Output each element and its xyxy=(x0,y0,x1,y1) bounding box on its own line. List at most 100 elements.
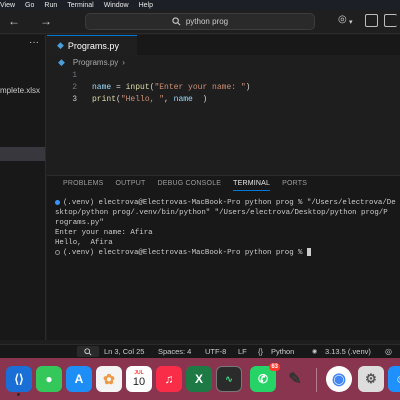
menu-run[interactable]: Run xyxy=(44,2,57,9)
end-of-line[interactable]: LF xyxy=(238,347,247,356)
search-icon xyxy=(84,347,92,356)
panel-tabs: PROBLEMS OUTPUT DEBUG CONSOLE TERMINAL P… xyxy=(63,180,319,191)
breadcrumb[interactable]: ◆ Programs.py › xyxy=(58,57,125,68)
python-interpreter[interactable]: 3.13.5 (.venv) xyxy=(325,347,371,356)
dock-app-pencil[interactable]: ✎ xyxy=(282,366,308,392)
title-bar: ← → python prog ◎ ▾ xyxy=(0,10,400,34)
terminal-line: Enter your name: Afira xyxy=(55,229,153,237)
language-mode[interactable]: Python xyxy=(271,347,294,356)
line-content: print("Hello, ", name ) xyxy=(92,94,207,106)
vscode-icon: ⟨⟩ xyxy=(14,372,24,386)
line-number: 1 xyxy=(72,71,77,80)
cursor-position[interactable]: Ln 3, Col 25 xyxy=(104,347,144,356)
breadcrumb-label: Programs.py xyxy=(72,58,119,67)
more-actions-icon[interactable]: ··· xyxy=(29,37,39,48)
toggle-sidebar-icon[interactable] xyxy=(365,14,378,27)
code-line: 2 name = input("Enter your name: ") xyxy=(47,82,400,94)
dock-app-calendar[interactable]: JUL 10 xyxy=(126,366,152,392)
chevron-down-icon[interactable]: ▾ xyxy=(349,18,353,26)
excel-icon: X xyxy=(194,372,203,386)
python-file-icon: ◆ xyxy=(57,40,64,50)
dock-app-excel[interactable]: X xyxy=(186,366,212,392)
macos-menubar: View Go Run Terminal Window Help xyxy=(0,0,400,10)
back-arrow-icon[interactable]: ← xyxy=(8,14,20,28)
code-editor[interactable]: 1 2 name = input("Enter your name: ") 3 … xyxy=(47,70,400,106)
forward-arrow-icon[interactable]: → xyxy=(40,14,52,28)
terminal-cursor xyxy=(306,248,311,257)
app-store-icon: A xyxy=(74,372,84,386)
tab-output[interactable]: OUTPUT xyxy=(116,180,146,191)
menu-go[interactable]: Go xyxy=(25,2,34,9)
terminal-line: sktop/python prog/.venv/bin/python" "/Us… xyxy=(55,209,388,217)
code-line: 3 print("Hello, ", name ) xyxy=(47,94,400,106)
tab-label: Programs.py xyxy=(67,40,119,51)
terminal-line: rograms.py" xyxy=(55,219,104,227)
dock-app-messages[interactable]: ● xyxy=(36,366,62,392)
encoding[interactable]: UTF-8 xyxy=(205,347,226,356)
line-content: name = input("Enter your name: ") xyxy=(92,82,250,94)
explorer-sidebar: ··· mplete.xlsx xyxy=(0,35,46,340)
toggle-panel-icon[interactable] xyxy=(384,14,397,27)
tab-terminal[interactable]: TERMINAL xyxy=(233,180,271,191)
token-variable: name xyxy=(173,95,193,104)
pencil-icon: ✎ xyxy=(288,371,302,388)
menu-window[interactable]: Window xyxy=(104,2,129,9)
command-center-search[interactable]: python prog xyxy=(85,13,315,30)
token-operator: , xyxy=(164,95,174,104)
dock-app-preview[interactable]: ⚙ xyxy=(358,366,384,392)
line-number: 2 xyxy=(72,83,77,92)
tab-programs-py[interactable]: ◆ Programs.py xyxy=(47,35,137,55)
notifications-icon[interactable]: ◎ xyxy=(385,347,392,356)
line-number: 3 xyxy=(72,95,77,104)
dock-divider xyxy=(316,368,317,392)
token-operator: = xyxy=(111,83,126,92)
token-function: input xyxy=(125,83,150,92)
token-string: "Enter your name: " xyxy=(154,83,246,92)
activity-monitor-icon: ∿ xyxy=(225,373,233,384)
indentation[interactable]: Spaces: 4 xyxy=(158,347,191,356)
command-pending-icon xyxy=(55,249,60,255)
messages-icon: ● xyxy=(45,372,53,386)
token-paren: ) xyxy=(192,95,208,104)
dock-app-chrome[interactable]: ◉ xyxy=(326,366,352,392)
sidebar-file-item[interactable]: mplete.xlsx xyxy=(0,86,40,95)
dock: ⟨⟩ ● A ✿ JUL 10 ♫ X ∿ ✆63 ✎ ◉ ⚙ ☺ xyxy=(0,362,400,398)
tab-problems[interactable]: PROBLEMS xyxy=(63,180,104,191)
calendar-day: 10 xyxy=(132,375,146,388)
tab-debug-console[interactable]: DEBUG CONSOLE xyxy=(157,180,221,191)
chrome-icon: ◉ xyxy=(332,371,346,388)
menu-view[interactable]: View xyxy=(0,2,15,9)
menu-terminal[interactable]: Terminal xyxy=(67,2,93,9)
sidebar-selected-item[interactable] xyxy=(0,147,45,161)
dock-app-app-store[interactable]: A xyxy=(66,366,92,392)
dock-app-whatsapp[interactable]: ✆ 63 xyxy=(250,363,280,392)
zoom-icon[interactable] xyxy=(77,346,99,357)
menu-help[interactable]: Help xyxy=(139,2,153,9)
music-note-icon: ♫ xyxy=(164,372,174,386)
code-line: 1 xyxy=(47,70,400,82)
chat-bubble-icon[interactable]: ◉ xyxy=(312,348,317,355)
chevron-right-icon: › xyxy=(122,58,125,67)
dock-app-activity-monitor[interactable]: ∿ xyxy=(216,366,242,392)
python-file-icon: ◆ xyxy=(58,57,65,67)
dock-app-photos[interactable]: ✿ xyxy=(96,366,122,392)
dock-app-finder[interactable]: ☺ xyxy=(388,366,400,392)
photos-icon: ✿ xyxy=(103,370,115,387)
dock-app-vscode[interactable]: ⟨⟩ xyxy=(6,366,32,396)
terminal-line: Hello, Afira xyxy=(55,239,113,247)
preview-icon: ⚙ xyxy=(365,371,377,386)
terminal-output[interactable]: (.venv) electrova@Electrovas-MacBook-Pro… xyxy=(55,198,400,258)
terminal-line: (.venv) electrova@Electrovas-MacBook-Pro… xyxy=(55,248,400,258)
command-success-icon xyxy=(55,199,60,205)
dock-app-music[interactable]: ♫ xyxy=(156,366,182,392)
tab-ports[interactable]: PORTS xyxy=(282,180,307,191)
token-variable: name xyxy=(92,83,112,92)
terminal-line: (.venv) electrova@Electrovas-MacBook-Pro… xyxy=(55,198,400,208)
search-text: python prog xyxy=(185,17,229,26)
whatsapp-icon: ✆ xyxy=(257,372,269,386)
braces-icon: {} xyxy=(258,347,264,356)
notification-badge: 63 xyxy=(269,363,280,371)
bottom-panel: PROBLEMS OUTPUT DEBUG CONSOLE TERMINAL P… xyxy=(47,175,400,340)
token-function: print xyxy=(92,95,117,104)
copilot-icon[interactable]: ◎ xyxy=(338,14,347,25)
